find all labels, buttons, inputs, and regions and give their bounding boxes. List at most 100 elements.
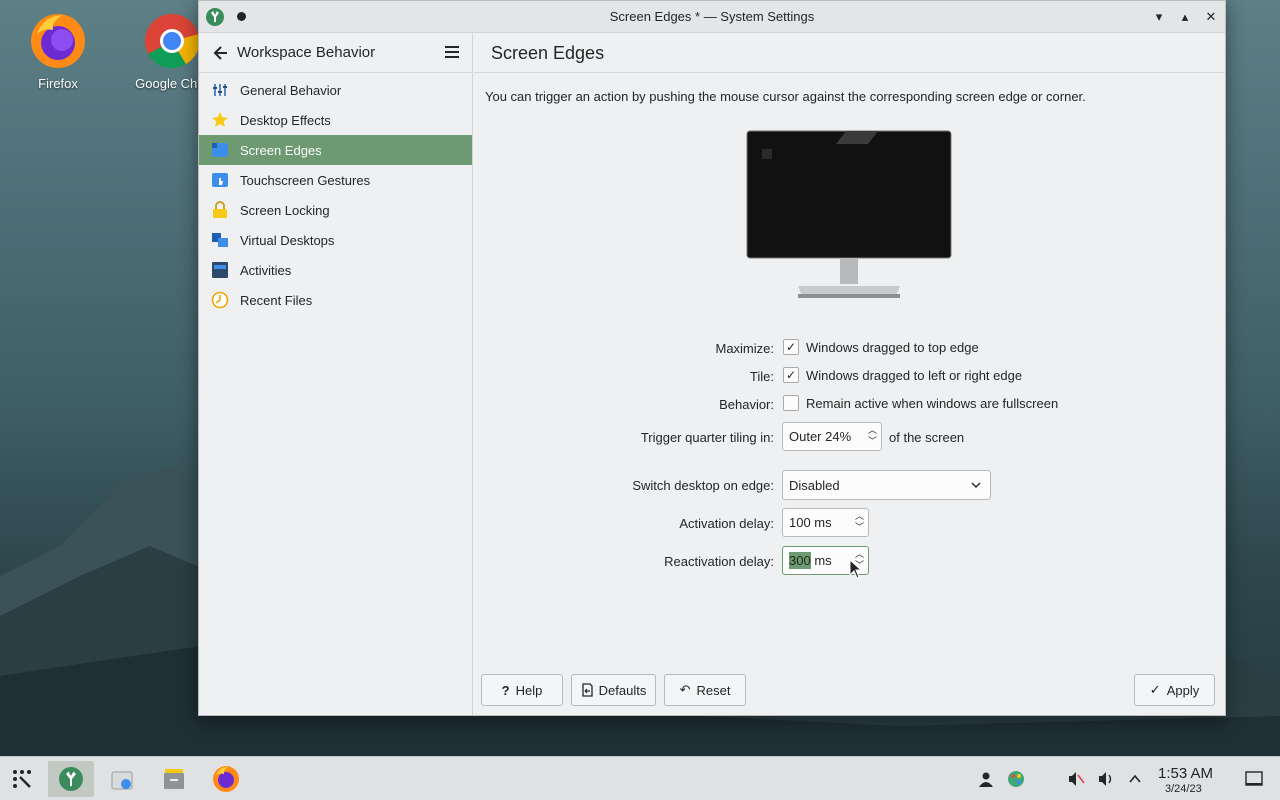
clock-time[interactable]: 1:53 AM (1158, 765, 1213, 782)
reactivation-delay-label: Reactivation delay: (664, 554, 774, 569)
pin-indicator-icon[interactable] (237, 12, 246, 21)
application-launcher-button[interactable] (2, 761, 42, 797)
apply-button-label: Apply (1166, 682, 1200, 698)
reactivation-delay-selected-text: 300 (789, 552, 811, 569)
activities-icon (212, 262, 228, 278)
defaults-icon (581, 683, 593, 697)
reset-icon: ↶ (679, 682, 691, 697)
firefox-icon (31, 14, 85, 68)
sidebar-item-label: Virtual Desktops (240, 232, 335, 248)
checkmark-icon: ✓ (1149, 682, 1161, 697)
taskbar-file-manager[interactable] (154, 761, 194, 797)
maximize-checkbox[interactable] (783, 339, 799, 355)
sidebar-item-screen-locking[interactable]: Screen Locking (199, 195, 472, 225)
clock-date[interactable]: 3/24/23 (1165, 783, 1202, 795)
sidebar-item-label: Activities (240, 262, 292, 278)
discover-store-icon (111, 771, 133, 790)
virtual-desktops-icon (212, 233, 228, 247)
mouse-cursor-icon (849, 559, 863, 579)
help-button-label: Help (515, 682, 543, 698)
behavior-option[interactable]: Remain active when windows are fullscree… (783, 395, 1058, 411)
show-desktop-icon[interactable] (1245, 770, 1263, 788)
quarter-tiling-suffix: of the screen (889, 430, 965, 445)
touch-icon (212, 173, 228, 187)
help-icon: ? (501, 682, 510, 698)
spin-arrows-icon[interactable]: ︿ ﹀ (855, 511, 864, 533)
volume-icon[interactable] (1097, 770, 1115, 788)
taskbar-discover[interactable] (102, 761, 142, 797)
sidebar-item-recent-files[interactable]: Recent Files (199, 285, 472, 315)
star-icon (212, 112, 228, 127)
close-button[interactable]: ✕ (1201, 7, 1221, 27)
behavior-option-text: Remain active when windows are fullscree… (806, 395, 1059, 411)
audio-muted-icon[interactable] (1067, 770, 1085, 788)
apply-button[interactable]: ✓ Apply (1134, 674, 1215, 706)
defaults-button-label: Defaults (598, 682, 647, 698)
general-behavior-icon (213, 84, 227, 96)
folder-icon (164, 769, 184, 789)
color-palette-icon[interactable] (1007, 770, 1025, 788)
tile-checkbox[interactable] (783, 367, 799, 383)
switch-desktop-value: Disabled (789, 477, 840, 493)
hamburger-menu-icon[interactable] (444, 44, 460, 60)
system-settings-icon (59, 767, 83, 791)
taskbar-system-settings[interactable] (48, 761, 94, 797)
tile-option-text: Windows dragged to left or right edge (806, 367, 1023, 383)
main-panel: Screen Edges You can trigger an action b… (474, 33, 1225, 715)
quarter-tiling-spinbox[interactable]: Outer 24% ︿ ﹀ (782, 422, 882, 451)
chrome-icon (145, 14, 200, 69)
reactivation-delay-unit: ms (810, 553, 832, 568)
launcher-icon (13, 770, 31, 788)
help-button[interactable]: ? Help (481, 674, 563, 706)
tile-option[interactable]: Windows dragged to left or right edge (783, 367, 1022, 383)
chevron-up-icon[interactable] (1126, 770, 1144, 788)
defaults-button[interactable]: Defaults (571, 674, 656, 706)
sidebar-item-label: Touchscreen Gestures (240, 172, 371, 188)
maximize-option-text: Windows dragged to top edge (806, 339, 979, 355)
firefox-icon (213, 766, 239, 792)
activation-delay-value: 100 ms (789, 515, 832, 530)
maximize-button[interactable]: ▴ (1175, 7, 1195, 27)
back-arrow-icon[interactable] (211, 43, 231, 63)
sidebar-item-virtual-desktops[interactable]: Virtual Desktops (199, 225, 472, 255)
desktop-icon-firefox[interactable]: Firefox (10, 12, 106, 91)
sidebar: Workspace Behavior General Behavior Desk… (199, 33, 473, 715)
tile-label: Tile: (749, 369, 774, 384)
sidebar-item-desktop-effects[interactable]: Desktop Effects (199, 105, 472, 135)
quarter-tiling-label: Trigger quarter tiling in: (640, 430, 774, 445)
screen-edges-monitor-preview[interactable] (746, 130, 952, 300)
window-title: Screen Edges * — System Settings (609, 9, 815, 24)
system-settings-window: Screen Edges * — System Settings ▾ ▴ ✕ W… (198, 0, 1226, 716)
taskbar-firefox[interactable] (206, 761, 246, 797)
spin-arrows-icon[interactable]: ︿ ﹀ (868, 425, 877, 447)
switch-desktop-combobox[interactable]: Disabled (782, 470, 991, 500)
taskbar: 1:53 AM 3/24/23 (0, 756, 1280, 800)
sidebar-item-activities[interactable]: Activities (199, 255, 472, 285)
minimize-button[interactable]: ▾ (1149, 7, 1169, 27)
main-header: Screen Edges (474, 33, 1225, 73)
quarter-tiling-value: Outer 24% (789, 429, 852, 444)
title-bar[interactable]: Screen Edges * — System Settings ▾ ▴ ✕ (199, 1, 1225, 33)
lock-icon (213, 201, 227, 218)
activation-delay-label: Activation delay: (679, 516, 774, 531)
page-title: Screen Edges (491, 43, 605, 63)
maximize-label: Maximize: (715, 341, 774, 356)
clock-icon (211, 291, 229, 309)
screen-edges-icon (212, 143, 228, 157)
desktop-icon-label: Firefox (38, 76, 78, 91)
user-icon[interactable] (977, 770, 995, 788)
behavior-checkbox[interactable] (783, 395, 799, 411)
sidebar-item-touchscreen-gestures[interactable]: Touchscreen Gestures (199, 165, 472, 195)
sidebar-item-general-behavior[interactable]: General Behavior (199, 75, 472, 105)
sidebar-header: Workspace Behavior (199, 33, 472, 73)
maximize-option[interactable]: Windows dragged to top edge (783, 339, 979, 355)
activation-delay-spinbox[interactable]: 100 ms ︿ ﹀ (782, 508, 869, 537)
sidebar-item-label: General Behavior (240, 82, 342, 98)
sidebar-item-screen-edges[interactable]: Screen Edges (199, 135, 472, 165)
reset-button-label: Reset (696, 682, 731, 698)
page-description: You can trigger an action by pushing the… (485, 89, 1086, 104)
reset-button[interactable]: ↶ Reset (664, 674, 746, 706)
behavior-label: Behavior: (719, 397, 774, 412)
chevron-down-icon (971, 482, 981, 488)
sidebar-item-label: Screen Locking (240, 202, 330, 218)
